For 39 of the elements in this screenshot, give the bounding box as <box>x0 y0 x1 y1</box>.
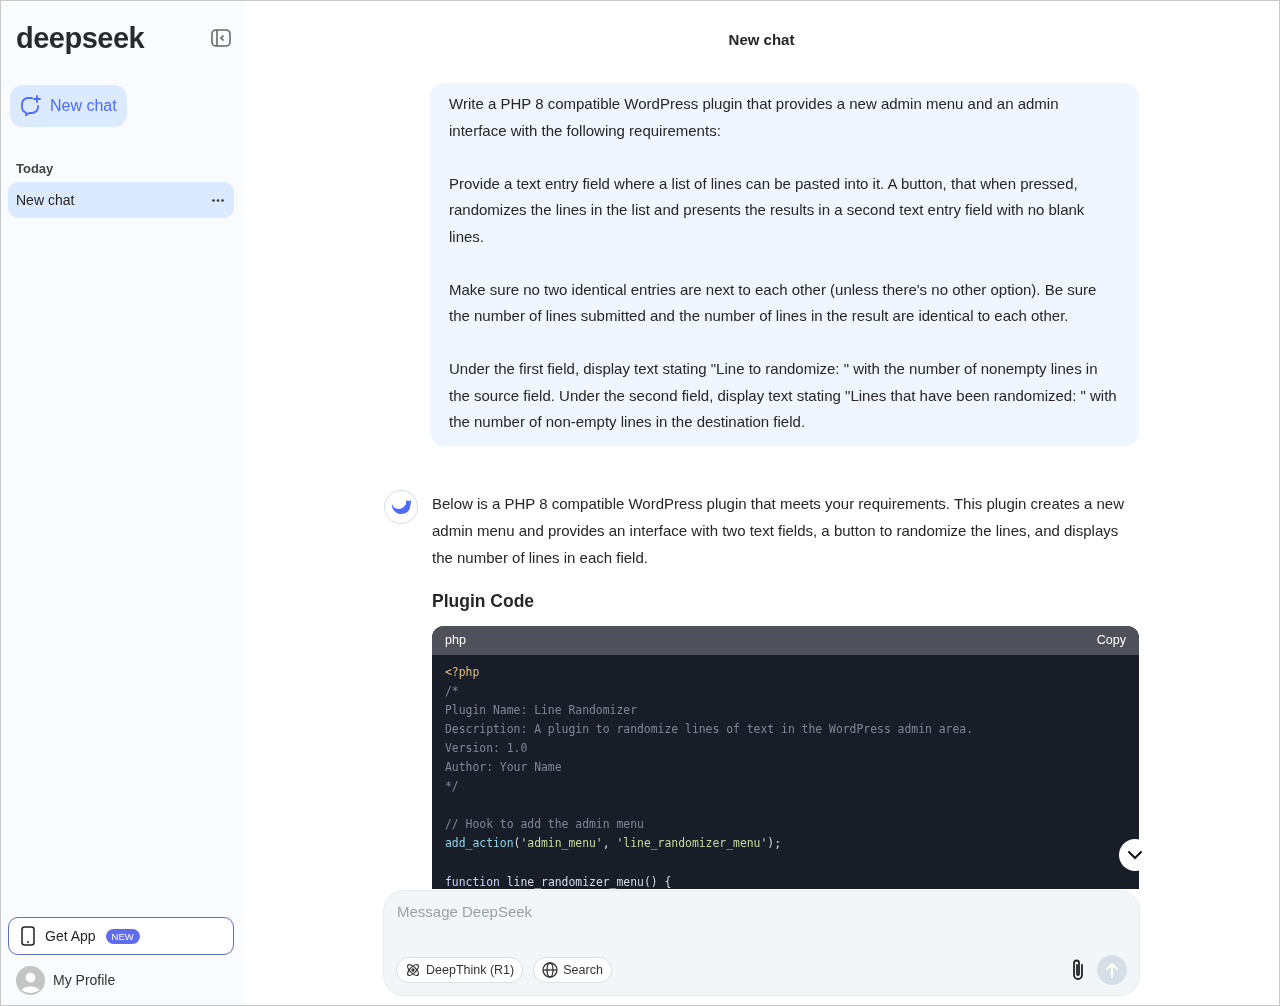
chat-plus-icon <box>20 95 42 117</box>
atom-icon <box>405 962 421 978</box>
assistant-text: Below is a PHP 8 compatible WordPress plugin that meets your requirements. This plugin creates a new admin menu and provides an interface with two text fields, a button to randomize the lines, and displays the number of lines in each field. <box>432 493 1125 568</box>
message-paragraph: Write a PHP 8 compatible WordPress plugin that provides a new admin menu and an admin interface with the following requirements: <box>449 94 1060 141</box>
search-button[interactable]: Search <box>533 957 612 983</box>
chat-item[interactable]: New chat <box>8 182 234 218</box>
message-input[interactable]: Message DeepSeek <box>396 903 1127 920</box>
avatar-icon <box>16 965 45 995</box>
copy-button[interactable]: Copy <box>1096 633 1126 647</box>
code-line: Description: A plugin to randomize lines of text in the WordPress admin area. <box>445 720 974 738</box>
deepseek-logo: deepseek <box>16 21 145 55</box>
section-heading: Plugin Code <box>432 590 536 612</box>
message-paragraph: Under the first field, display text stating "Line to randomize: " with the number of nonempty lines in the source field. Under the second field, display text stating "Lines that have been randomized: " with the number of non-empty lines in the destination field. <box>449 359 1118 432</box>
code-line: function line_randomizer_menu() { <box>445 873 672 889</box>
chevron-down-icon <box>1127 850 1143 860</box>
section-label: Today <box>16 161 55 176</box>
new-badge: NEW <box>105 928 140 944</box>
collapse-sidebar-button[interactable] <box>210 27 232 49</box>
chat-title: New chat <box>728 29 795 50</box>
code-line: Author: Your Name <box>445 758 562 776</box>
get-app-button[interactable]: Get App NEW <box>8 917 234 955</box>
more-icon[interactable] <box>212 198 224 202</box>
code-line: add_action('admin_menu', 'line_randomizer_menu'); <box>445 835 782 853</box>
code-line: // Hook to add the admin menu <box>445 816 644 834</box>
chat-title: New chat <box>16 192 75 208</box>
globe-icon <box>542 962 559 978</box>
code-line: Version: 1.0 <box>445 739 528 757</box>
code-line: */ <box>445 778 459 796</box>
new-chat-button[interactable]: New chat <box>10 85 127 127</box>
arrow-up-icon <box>1105 962 1119 978</box>
message-paragraph: Provide a text entry field where a list of lines can be pasted into it. A button, that when pressed, randomizes the lines in the list and presents the results in a second text entry field with no blank lines. <box>449 173 1086 247</box>
code-line: Plugin Name: Line Randomizer <box>445 701 638 719</box>
code-language: php <box>445 633 466 647</box>
code-line: <?php <box>445 663 480 681</box>
deepthink-button[interactable]: DeepThink (R1) <box>396 957 524 983</box>
phone-icon <box>21 926 35 946</box>
code-line: /* <box>445 682 459 700</box>
message-paragraph: Make sure no two identical entries are next to each other (unless there's no other option). Be sure the number of lines submitted and the number of lines in the result are identical to each other. <box>449 279 1098 326</box>
profile-link[interactable]: My Profile <box>53 972 116 988</box>
